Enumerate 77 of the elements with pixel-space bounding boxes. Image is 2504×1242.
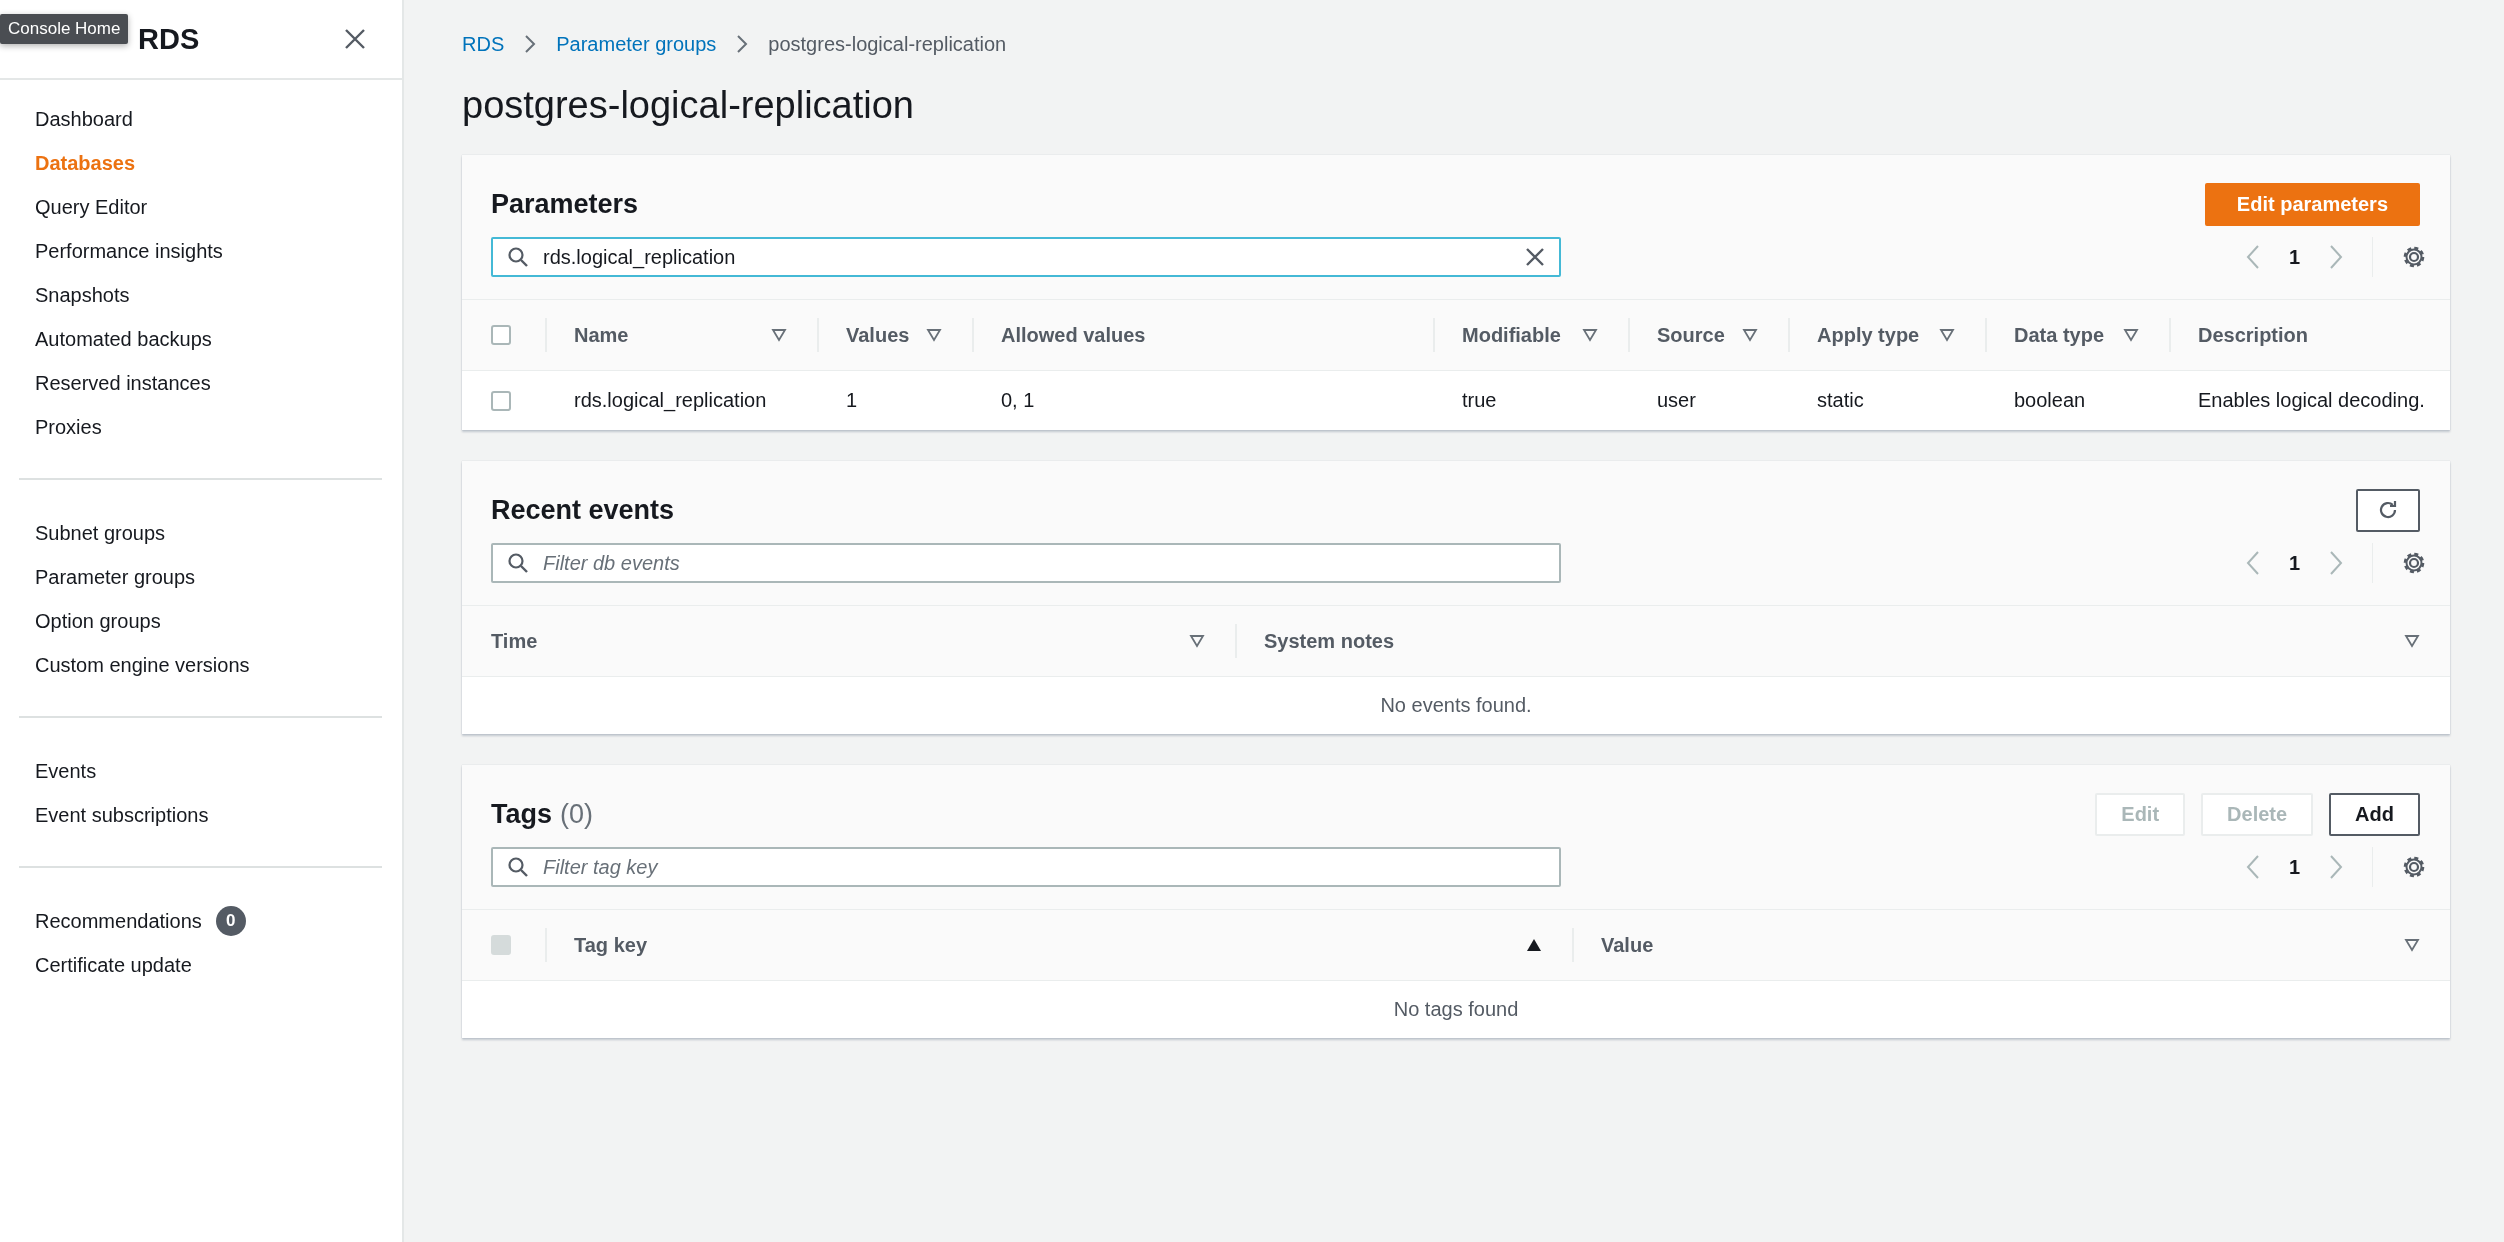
nav-link[interactable]: Proxies: [35, 415, 102, 439]
search-field[interactable]: Filter tag key: [491, 847, 1561, 887]
column-header[interactable]: Modifiable: [1433, 300, 1628, 370]
checkbox[interactable]: [491, 325, 511, 345]
panel-count: (0): [560, 798, 593, 830]
chevron-right-icon: [524, 34, 537, 54]
column-header[interactable]: Time: [462, 606, 1235, 676]
sort-icon[interactable]: [1939, 328, 1955, 342]
tooltip: Console Home: [0, 14, 129, 44]
action-button[interactable]: Add: [2329, 792, 2420, 836]
page-number[interactable]: 1: [2288, 855, 2300, 879]
nav-link[interactable]: Automated backups: [35, 327, 212, 351]
nav-link[interactable]: Query Editor: [35, 195, 148, 219]
table-cell: Enables logical decoding.: [2198, 389, 2425, 412]
table-cell: 1: [846, 389, 858, 412]
sort-icon[interactable]: [2404, 938, 2420, 952]
sort-icon[interactable]: [1189, 634, 1205, 648]
refresh-button[interactable]: [2356, 488, 2420, 532]
table-cell: rds.logical_replication: [574, 389, 767, 412]
column-header[interactable]: Source: [1628, 300, 1788, 370]
sort-icon[interactable]: [771, 328, 787, 342]
search-field[interactable]: Filter db events: [491, 543, 1561, 583]
nav-link[interactable]: Snapshots: [35, 283, 130, 307]
table-cell: boolean: [2014, 389, 2086, 412]
nav-link[interactable]: Parameter groups: [35, 565, 196, 589]
breadcrumb-link[interactable]: RDS: [462, 32, 505, 56]
page-number[interactable]: 1: [2288, 551, 2300, 575]
column-header[interactable]: Apply type: [1788, 300, 1985, 370]
nav-link[interactable]: Certificate update: [35, 953, 192, 977]
column-header[interactable]: Name: [545, 300, 817, 370]
panel-title: Tags: [491, 798, 552, 830]
breadcrumb-current: postgres-logical-replication: [768, 32, 1007, 56]
panel-title: Recent events: [491, 494, 675, 526]
sort-icon[interactable]: [2123, 328, 2139, 342]
settings-icon[interactable]: [2401, 854, 2427, 880]
search-icon: [507, 856, 529, 878]
column-header[interactable]: Values: [817, 300, 972, 370]
nav-link[interactable]: Event subscriptions: [35, 803, 209, 827]
search-icon: [507, 246, 529, 268]
clear-icon[interactable]: [1525, 247, 1545, 267]
sort-icon[interactable]: [926, 328, 942, 342]
close-icon[interactable]: [344, 28, 366, 50]
nav-link[interactable]: Reserved instances: [35, 371, 211, 395]
settings-icon[interactable]: [2401, 550, 2427, 576]
column-header[interactable]: Description: [2169, 300, 2450, 370]
sort-icon[interactable]: [1582, 328, 1598, 342]
sort-icon[interactable]: [2404, 634, 2420, 648]
page-number[interactable]: 1: [2288, 245, 2300, 269]
breadcrumb-link[interactable]: Parameter groups: [556, 32, 717, 56]
table-cell: user: [1657, 389, 1696, 412]
column-header[interactable]: Data type: [1985, 300, 2169, 370]
column-header[interactable]: Tag key: [545, 910, 1572, 980]
sort-icon[interactable]: [1742, 328, 1758, 342]
chevron-right-icon: [736, 34, 749, 54]
sidebar-title: RDS: [138, 22, 200, 56]
search-field[interactable]: rds.logical_replication: [491, 237, 1561, 277]
sort-ascending-icon[interactable]: [1526, 938, 1542, 952]
column-header[interactable]: System notes: [1235, 606, 2450, 676]
nav-link[interactable]: Recommendations: [35, 909, 202, 933]
nav-link[interactable]: Events: [35, 759, 97, 783]
empty-message: No tags found: [1393, 998, 1519, 1021]
nav-link[interactable]: Custom engine versions: [35, 653, 250, 677]
nav-link[interactable]: Performance insights: [35, 239, 223, 263]
nav-link[interactable]: Subnet groups: [35, 521, 166, 545]
search-icon: [507, 552, 529, 574]
table-cell: static: [1817, 389, 1864, 412]
empty-message: No events found.: [1380, 694, 1532, 717]
nav-link[interactable]: Option groups: [35, 609, 161, 633]
table-cell: true: [1462, 389, 1497, 412]
count-badge: 0: [215, 906, 246, 936]
column-header[interactable]: Value: [1572, 910, 2450, 980]
column-header[interactable]: Allowed values: [972, 300, 1433, 370]
table-cell: 0, 1: [1001, 389, 1035, 412]
settings-icon[interactable]: [2401, 244, 2427, 270]
panel-title: Parameters: [491, 188, 639, 220]
nav-link[interactable]: Dashboard: [35, 107, 133, 131]
checkbox[interactable]: [491, 390, 511, 411]
